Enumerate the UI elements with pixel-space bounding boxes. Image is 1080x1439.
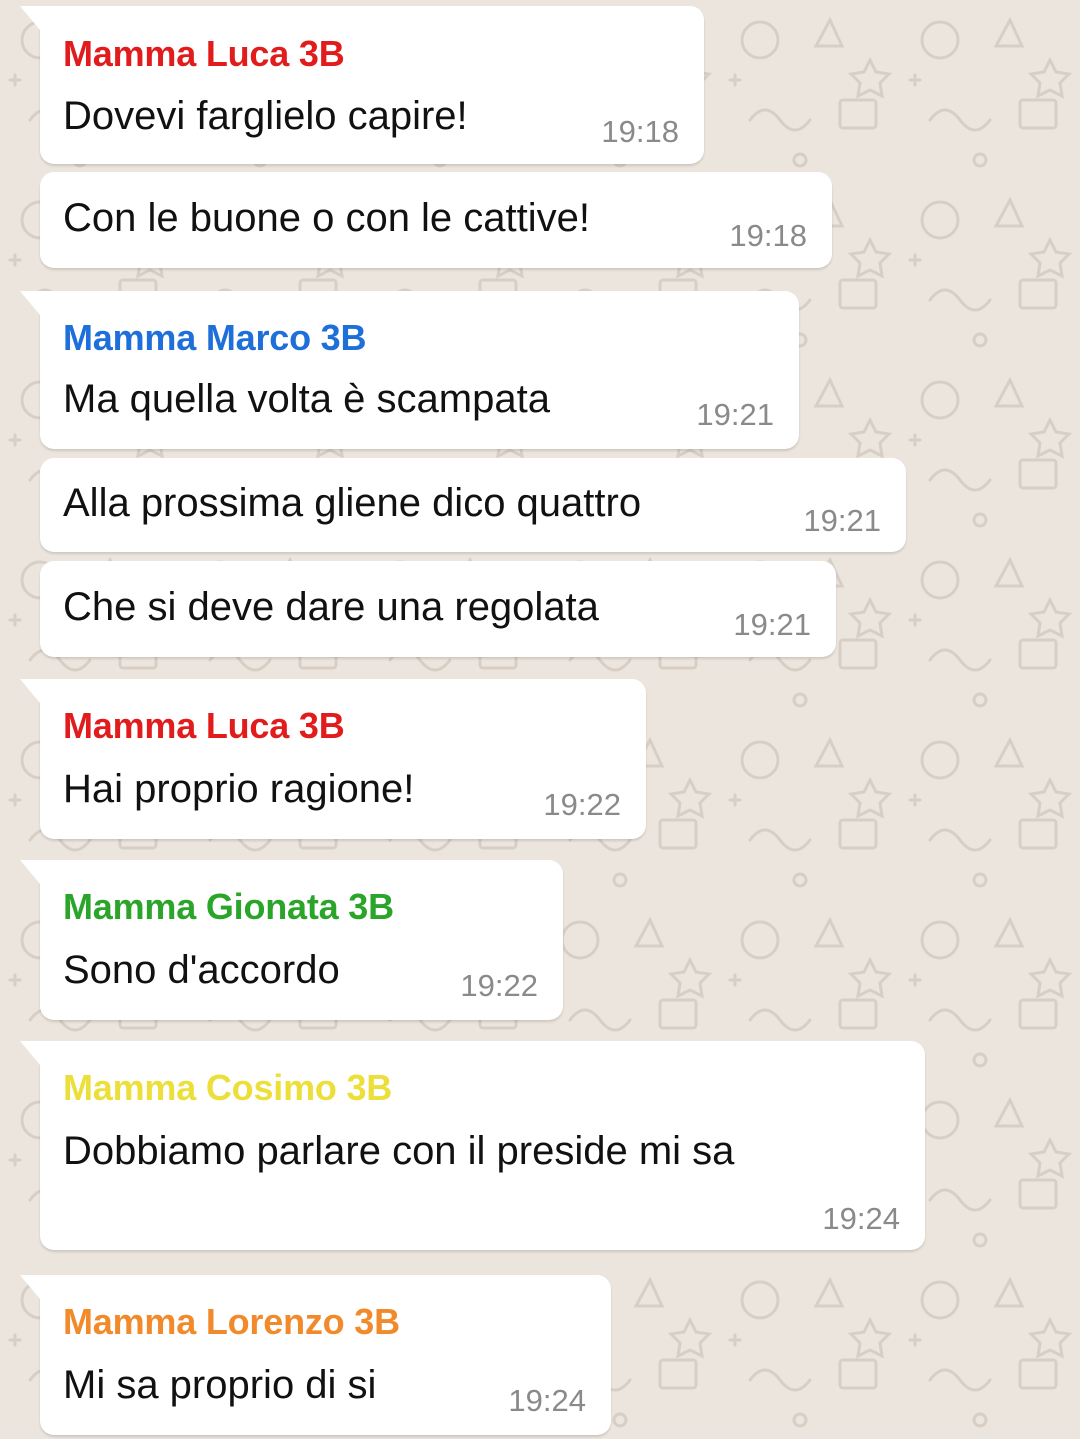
sender-name[interactable]: Mamma Lorenzo 3B [63,1301,400,1343]
message-text: Dobbiamo parlare con il preside mi sa [63,1129,735,1173]
message-bubble[interactable]: Che si deve dare una regolata 19:21 [40,561,836,657]
message-text: Che si deve dare una regolata [63,585,599,629]
message-bubble[interactable]: Alla prossima gliene dico quattro 19:21 [40,458,906,552]
message-time: 19:24 [508,1383,586,1418]
message-text: Con le buone o con le cattive! [63,196,591,240]
message-time: 19:22 [460,968,538,1003]
bubble-tail-icon [20,291,40,315]
message-time: 19:21 [803,503,881,538]
sender-name[interactable]: Mamma Marco 3B [63,317,367,359]
bubble-tail-icon [20,6,40,30]
message-time: 19:18 [729,218,807,253]
message-time: 19:22 [543,787,621,822]
message-text: Dovevi farglielo capire! [63,94,468,138]
message-time: 19:18 [601,114,679,149]
chat-messages[interactable]: Mamma Luca 3B Dovevi farglielo capire! 1… [0,0,1080,1439]
bubble-tail-icon [20,860,40,884]
message-bubble[interactable]: Mamma Lorenzo 3B Mi sa proprio di si 19:… [20,1275,611,1435]
message-text: Alla prossima gliene dico quattro [63,481,642,525]
message-bubble[interactable]: Mamma Cosimo 3B Dobbiamo parlare con il … [20,1041,925,1250]
message-time: 19:21 [696,397,774,432]
message-time: 19:21 [733,607,811,642]
bubble-tail-icon [20,1275,40,1299]
message-bubble[interactable]: Mamma Luca 3B Dovevi farglielo capire! 1… [20,6,704,164]
message-text: Mi sa proprio di si [63,1363,377,1407]
sender-name[interactable]: Mamma Luca 3B [63,705,345,747]
message-text: Hai proprio ragione! [63,767,415,811]
bubble-tail-icon [20,1041,40,1065]
sender-name[interactable]: Mamma Luca 3B [63,33,345,75]
message-bubble[interactable]: Mamma Luca 3B Hai proprio ragione! 19:22 [20,679,646,839]
message-bubble[interactable]: Con le buone o con le cattive! 19:18 [40,172,832,268]
message-time: 19:24 [822,1201,900,1236]
sender-name[interactable]: Mamma Gionata 3B [63,886,394,928]
message-bubble[interactable]: Mamma Marco 3B Ma quella volta è scampat… [20,291,799,449]
bubble-tail-icon [20,679,40,703]
message-bubble[interactable]: Mamma Gionata 3B Sono d'accordo 19:22 [20,860,563,1020]
sender-name[interactable]: Mamma Cosimo 3B [63,1067,392,1109]
message-text: Sono d'accordo [63,948,340,992]
message-text: Ma quella volta è scampata [63,377,550,421]
